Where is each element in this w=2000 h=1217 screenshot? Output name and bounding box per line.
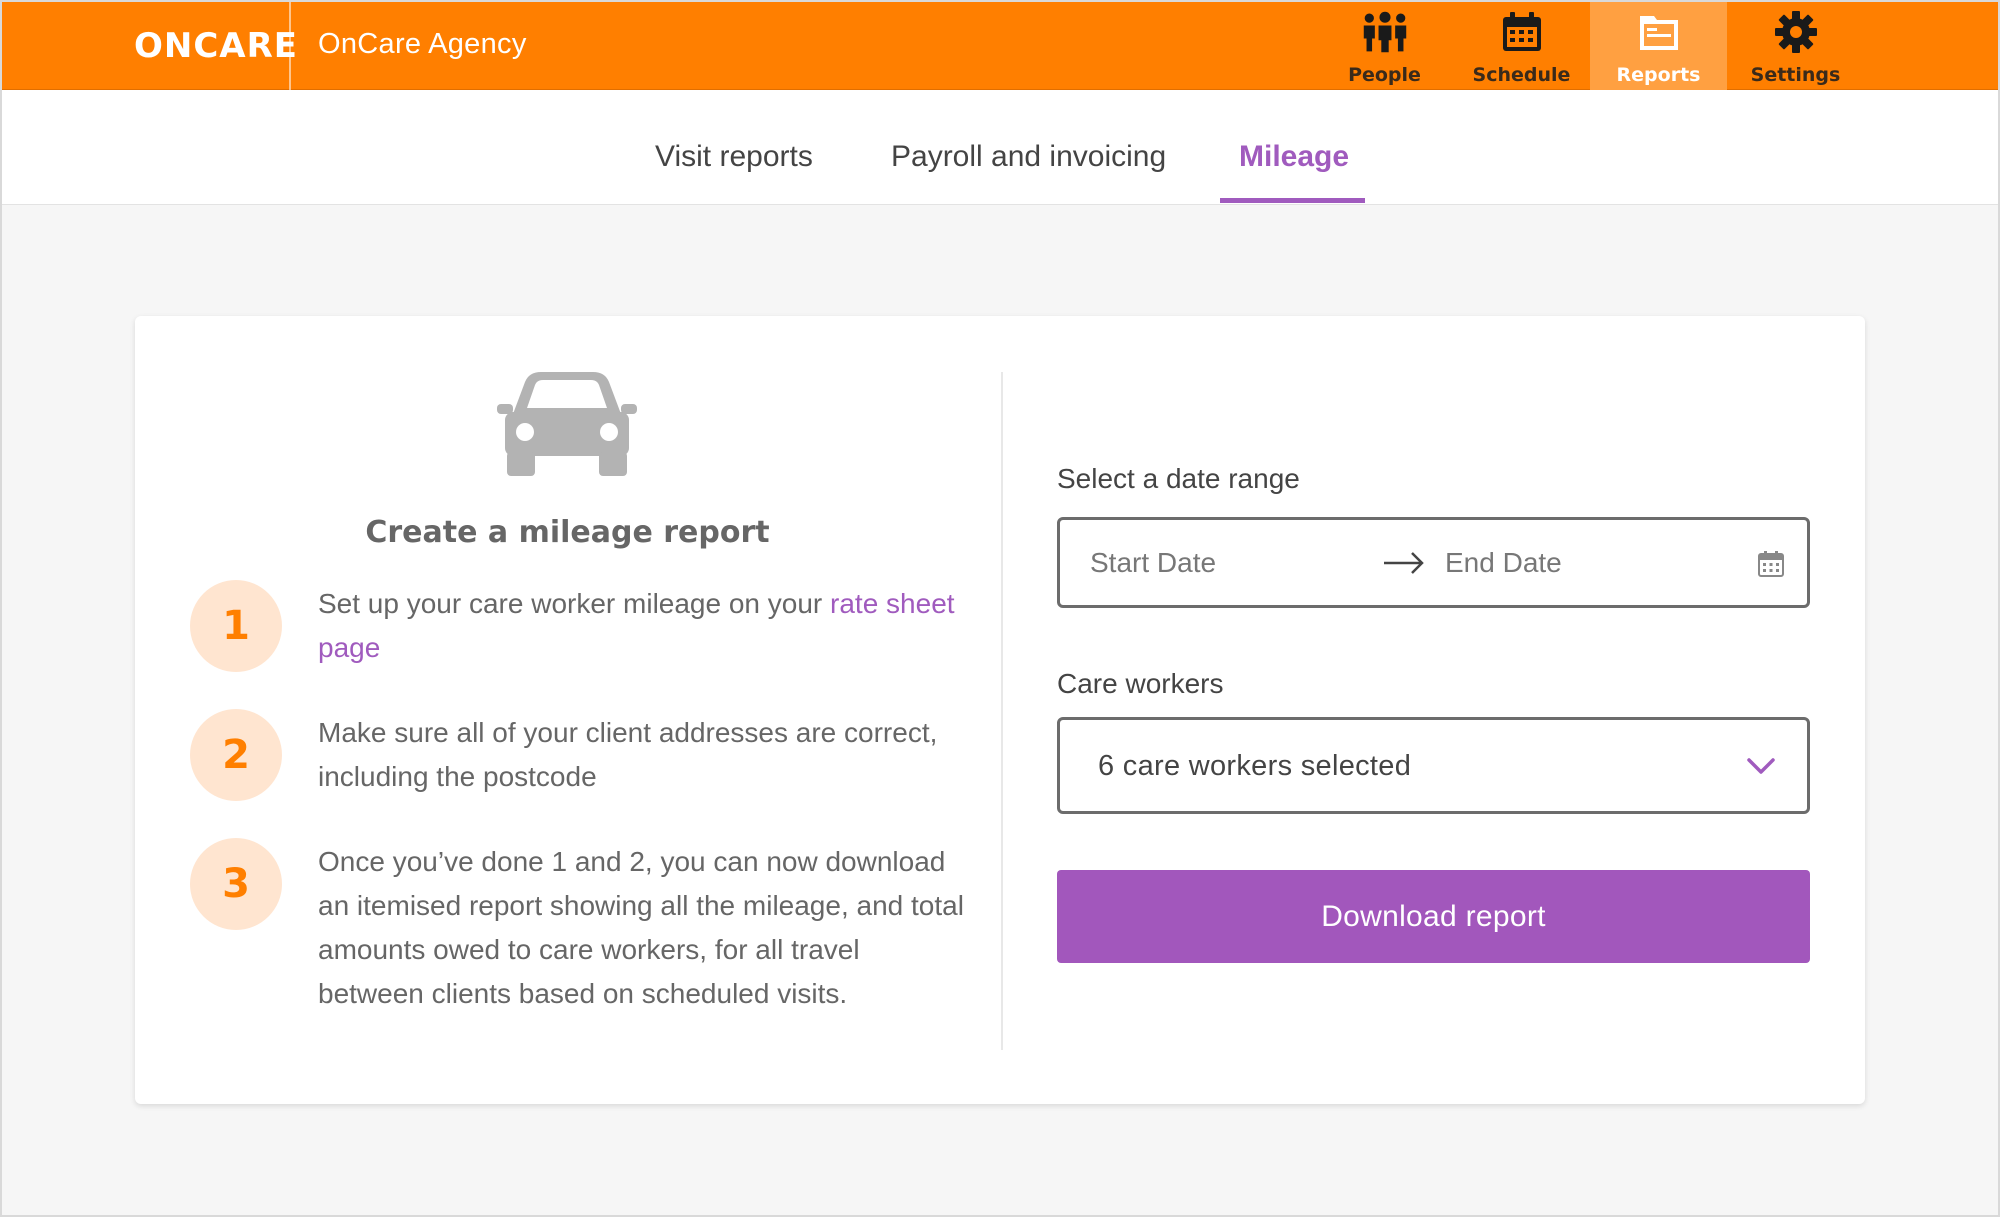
step-1-text: Set up your care worker mileage on your … (318, 582, 968, 670)
step-number-3: 3 (190, 838, 282, 930)
nav-label-schedule: Schedule (1472, 64, 1571, 86)
arrow-right-icon (1382, 550, 1426, 576)
agency-name: OnCare Agency (318, 28, 527, 60)
active-tab-indicator (1220, 198, 1365, 203)
date-calendar-icon[interactable] (1757, 550, 1785, 578)
nav-label-reports: Reports (1616, 64, 1701, 86)
reports-icon (1635, 8, 1683, 56)
download-report-button[interactable]: Download report (1057, 870, 1810, 963)
nav-item-settings[interactable]: Settings (1727, 0, 1864, 90)
oncare-logo[interactable]: ONCARE (134, 26, 298, 66)
nav-label-people: People (1348, 64, 1421, 86)
care-workers-label: Care workers (1057, 668, 1224, 699)
card-title: Create a mileage report (365, 515, 770, 550)
nav-label-settings: Settings (1750, 64, 1841, 86)
gear-icon (1772, 8, 1820, 56)
nav-item-schedule[interactable]: Schedule (1453, 0, 1590, 90)
care-workers-select[interactable]: 6 care workers selected (1057, 717, 1810, 814)
top-bar: ONCARE OnCare Agency People Schedule Rep… (0, 0, 2000, 90)
date-range-label: Select a date range (1057, 463, 1300, 494)
main-nav: People Schedule Reports Settings (1316, 0, 1864, 90)
step-number-1: 1 (190, 580, 282, 672)
chevron-down-icon (1746, 756, 1776, 776)
nav-item-people[interactable]: People (1316, 0, 1453, 90)
end-date-input[interactable]: End Date (1445, 547, 1562, 579)
care-workers-value: 6 care workers selected (1098, 750, 1412, 782)
tab-payroll-invoicing[interactable]: Payroll and invoicing (891, 90, 1166, 205)
car-icon (497, 368, 637, 476)
tab-mileage[interactable]: Mileage (1239, 90, 1349, 205)
tab-visit-reports[interactable]: Visit reports (655, 90, 813, 205)
people-icon (1361, 8, 1409, 56)
header-divider (289, 0, 291, 90)
start-date-input[interactable]: Start Date (1090, 547, 1216, 579)
step-number-2: 2 (190, 709, 282, 801)
step-1-text-lead: Set up your care worker mileage on your (318, 588, 831, 619)
nav-item-reports[interactable]: Reports (1590, 0, 1727, 90)
card-divider (1001, 372, 1003, 1050)
report-tabs: Visit reports Payroll and invoicing Mile… (0, 90, 2000, 205)
step-3-text: Once you’ve done 1 and 2, you can now do… (318, 846, 964, 1009)
calendar-icon (1498, 8, 1546, 56)
step-2-text: Make sure all of your client addresses a… (318, 717, 938, 792)
date-range-picker: Start Date End Date (1057, 517, 1810, 608)
